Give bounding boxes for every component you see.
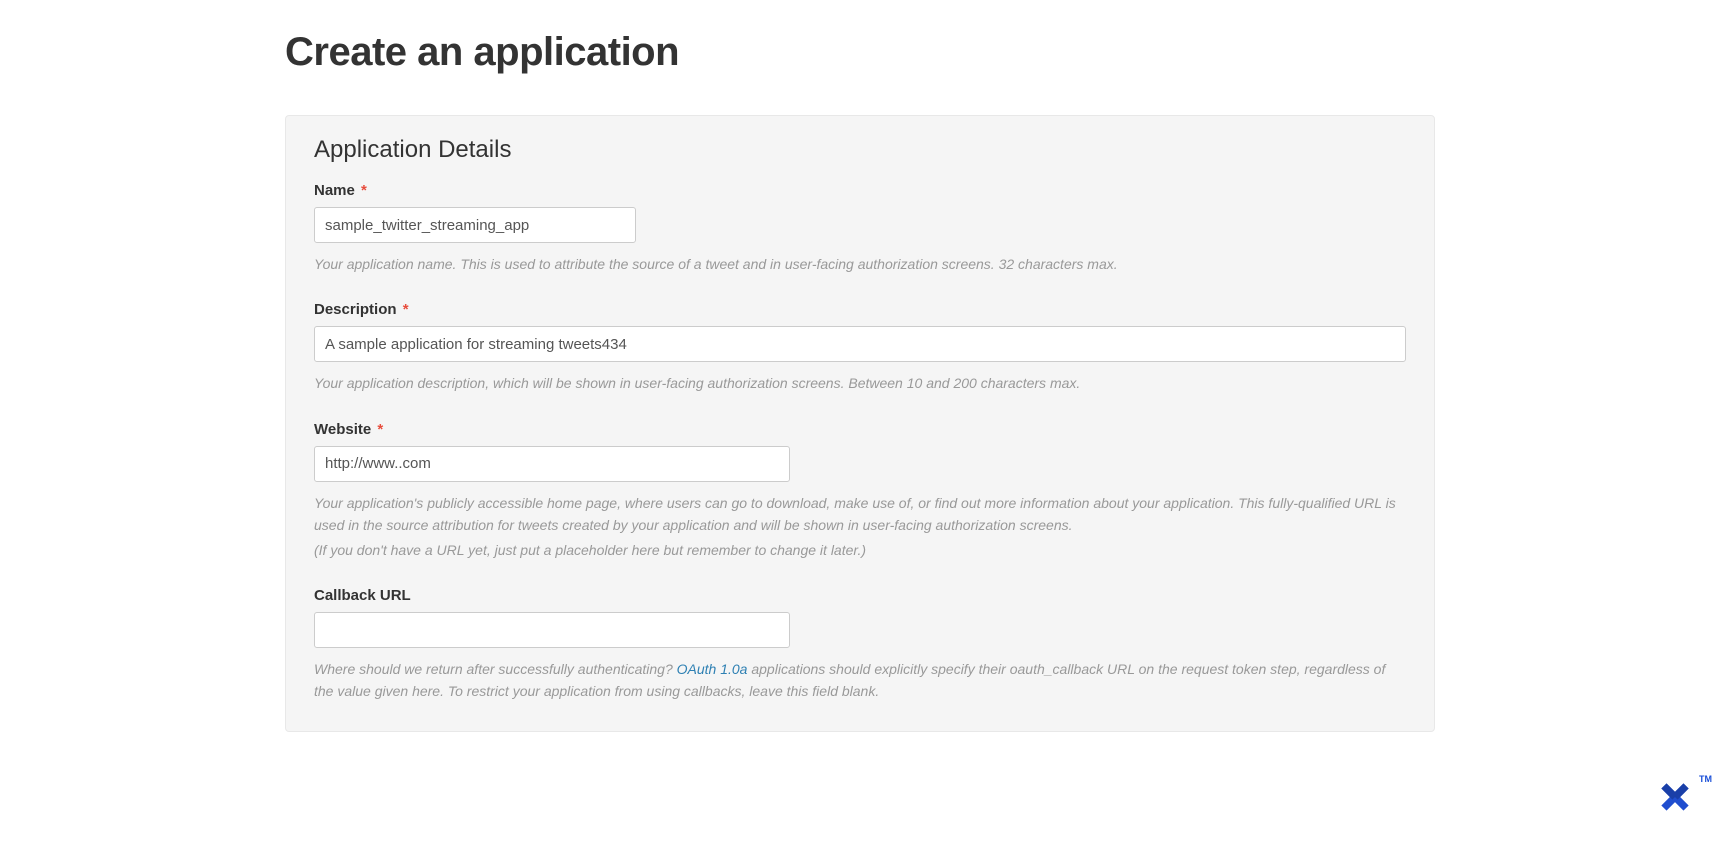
name-label-text: Name	[314, 182, 355, 199]
website-field-group: Website * Your application's publicly ac…	[314, 421, 1406, 561]
description-field-group: Description * Your application descripti…	[314, 301, 1406, 394]
name-help-text: Your application name. This is used to a…	[314, 253, 1406, 275]
required-indicator: *	[377, 421, 383, 438]
callback-help-before: Where should we return after successfull…	[314, 661, 677, 677]
callback-label-text: Callback URL	[314, 587, 411, 604]
name-field-group: Name * Your application name. This is us…	[314, 182, 1406, 275]
brand-watermark: TM	[1652, 774, 1712, 834]
page-container: Create an application Application Detail…	[285, 0, 1435, 732]
description-input[interactable]	[314, 326, 1406, 362]
website-label: Website *	[314, 421, 1406, 438]
required-indicator: *	[403, 301, 409, 318]
callback-field-group: Callback URL Where should we return afte…	[314, 587, 1406, 703]
website-input[interactable]	[314, 446, 790, 482]
section-title: Application Details	[314, 136, 1406, 164]
website-label-text: Website	[314, 421, 371, 438]
callback-label: Callback URL	[314, 587, 1406, 604]
description-label: Description *	[314, 301, 1406, 318]
description-label-text: Description	[314, 301, 397, 318]
required-indicator: *	[361, 182, 367, 199]
description-help-text: Your application description, which will…	[314, 372, 1406, 394]
website-help-text-2: (If you don't have a URL yet, just put a…	[314, 539, 1406, 561]
name-input[interactable]	[314, 207, 636, 243]
trademark-symbol: TM	[1699, 774, 1712, 784]
brand-logo-icon	[1652, 774, 1698, 820]
oauth-link[interactable]: OAuth 1.0a	[677, 661, 748, 677]
application-details-panel: Application Details Name * Your applicat…	[285, 115, 1435, 732]
callback-input[interactable]	[314, 612, 790, 648]
website-help-text-1: Your application's publicly accessible h…	[314, 492, 1406, 537]
page-title: Create an application	[285, 30, 1435, 75]
callback-help-text: Where should we return after successfull…	[314, 658, 1406, 703]
name-label: Name *	[314, 182, 1406, 199]
